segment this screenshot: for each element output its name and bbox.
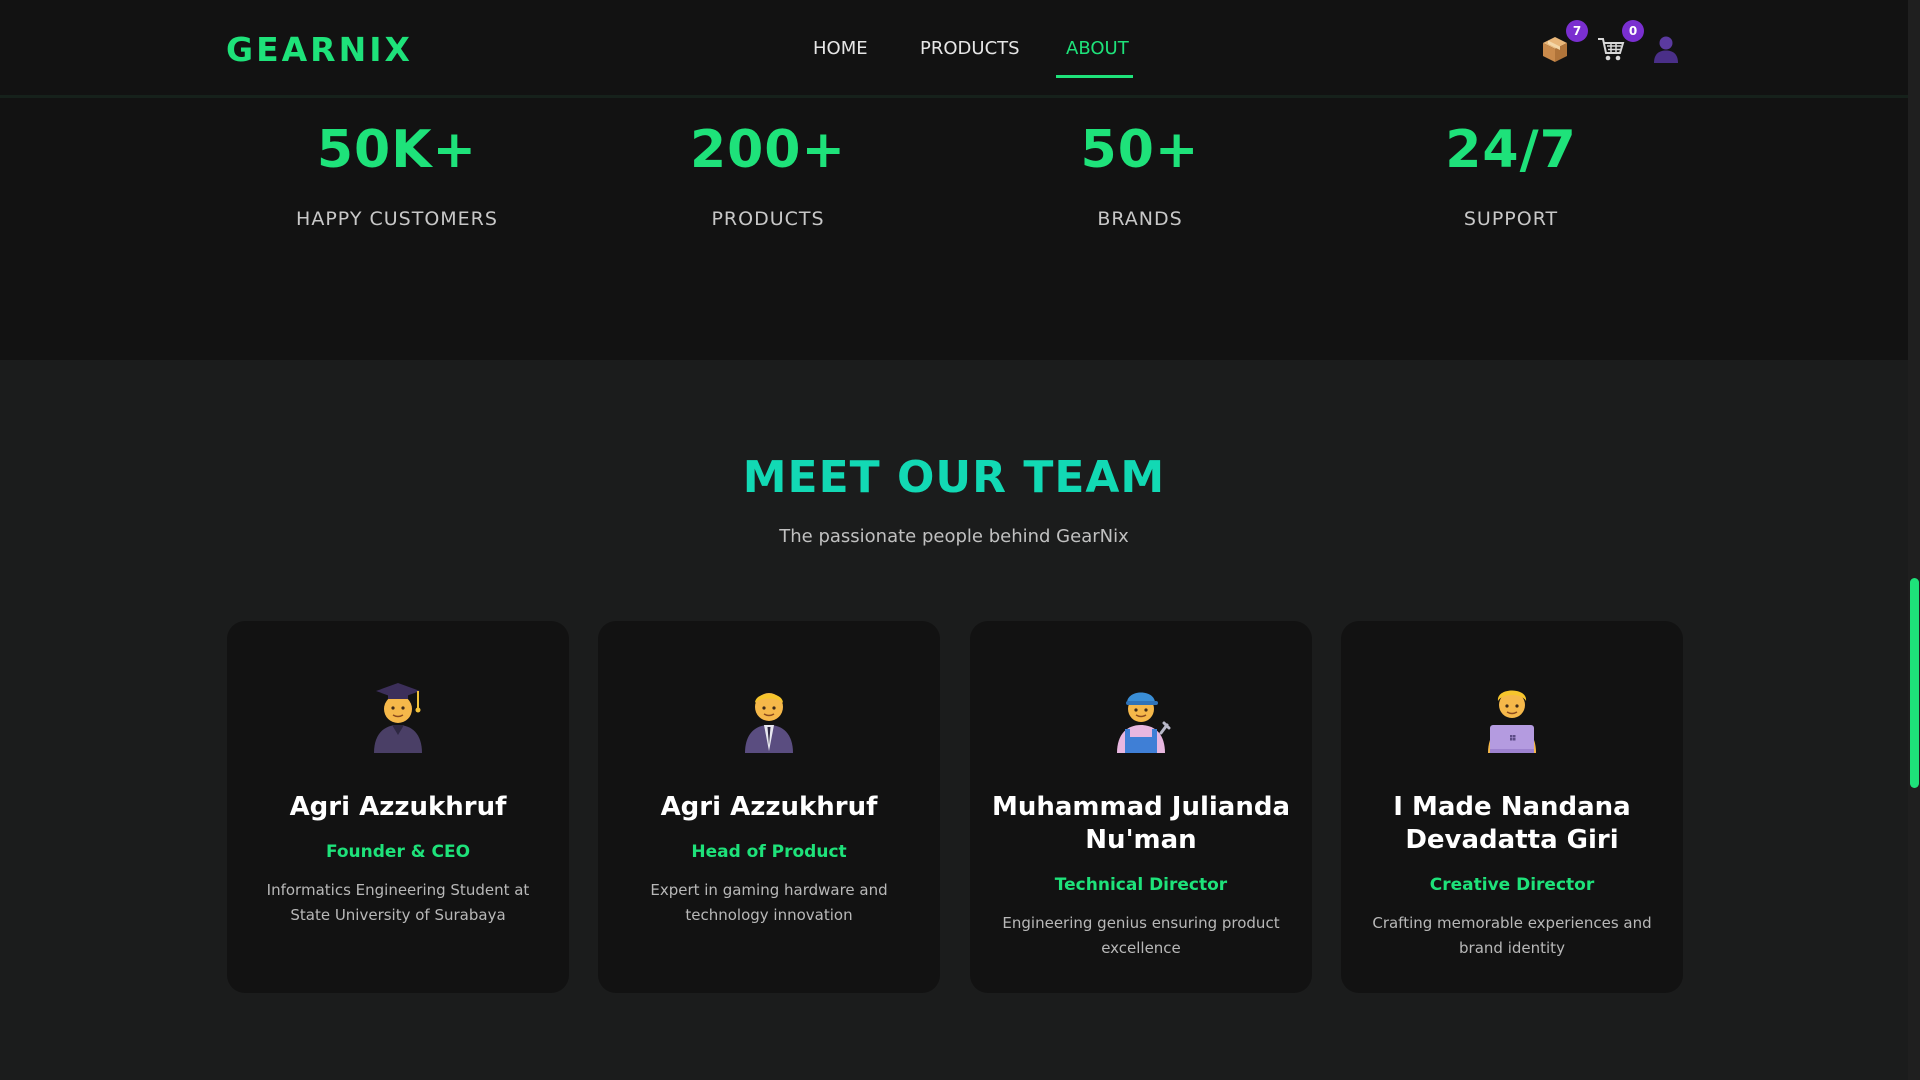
member-description: Informatics Engineering Student at State… [266, 881, 530, 924]
team-card: Agri Azzukhruf Head of Product Expert in… [598, 621, 940, 993]
member-role: Founder & CEO [325, 842, 471, 862]
member-description: Crafting memorable experiences and brand… [1372, 914, 1652, 957]
nav-about[interactable]: ABOUT [1066, 38, 1129, 59]
graduate-icon [374, 683, 422, 753]
team-title: MEET OUR TEAM [742, 452, 1166, 503]
package-icon [1543, 37, 1567, 62]
orders-button[interactable]: 7 [1540, 20, 1588, 64]
scrollbar-thumb[interactable] [1910, 578, 1919, 788]
orders-badge: 7 [1566, 20, 1588, 42]
stat-label: SUPPORT [1463, 208, 1559, 230]
team-card: Muhammad Julianda Nu'man Technical Direc… [970, 621, 1312, 993]
stat-label: PRODUCTS [711, 208, 825, 230]
member-description: Engineering genius ensuring product exce… [1002, 914, 1280, 957]
user-icon [1654, 36, 1678, 63]
member-name: Muhammad Julianda Nu'man [991, 792, 1291, 855]
technologist-icon [1488, 690, 1536, 753]
member-role: Technical Director [1054, 875, 1228, 895]
scrollbar[interactable] [1908, 0, 1920, 1080]
team-card: I Made Nandana Devadatta Giri Creative D… [1341, 621, 1683, 993]
member-role: Head of Product [691, 842, 847, 862]
cart-badge: 0 [1622, 20, 1644, 42]
member-name: Agri Azzukhruf [289, 792, 507, 822]
stat-label: BRANDS [1097, 208, 1183, 230]
stat-value: 50K+ [316, 120, 478, 180]
team-card: Agri Azzukhruf Founder & CEO Informatics… [227, 621, 569, 993]
businessman-icon [745, 693, 793, 753]
active-nav-indicator [1056, 75, 1133, 78]
cart-button[interactable]: 0 [1596, 20, 1644, 64]
member-role: Creative Director [1429, 875, 1595, 895]
nav-products[interactable]: PRODUCTS [920, 38, 1020, 59]
profile-button[interactable] [1651, 34, 1681, 64]
stat-label: HAPPY CUSTOMERS [296, 208, 498, 230]
member-name: I Made Nandana Devadatta Giri [1393, 792, 1631, 855]
stat-value: 200+ [689, 120, 847, 180]
navbar: GEARNIX HOME PRODUCTS ABOUT 7 0 [0, 0, 1908, 98]
nav-home[interactable]: HOME [813, 38, 868, 59]
member-name: Agri Azzukhruf [660, 792, 878, 822]
mechanic-icon [1117, 692, 1171, 753]
stats-section: 50K+ HAPPY CUSTOMERS 200+ PRODUCTS 50+ B… [0, 98, 1908, 360]
member-description: Expert in gaming hardware and technology… [650, 881, 888, 924]
cart-icon [1598, 38, 1625, 61]
stat-value: 50+ [1080, 120, 1200, 180]
team-subtitle: The passionate people behind GearNix [779, 526, 1129, 547]
stat-value: 24/7 [1445, 120, 1577, 180]
